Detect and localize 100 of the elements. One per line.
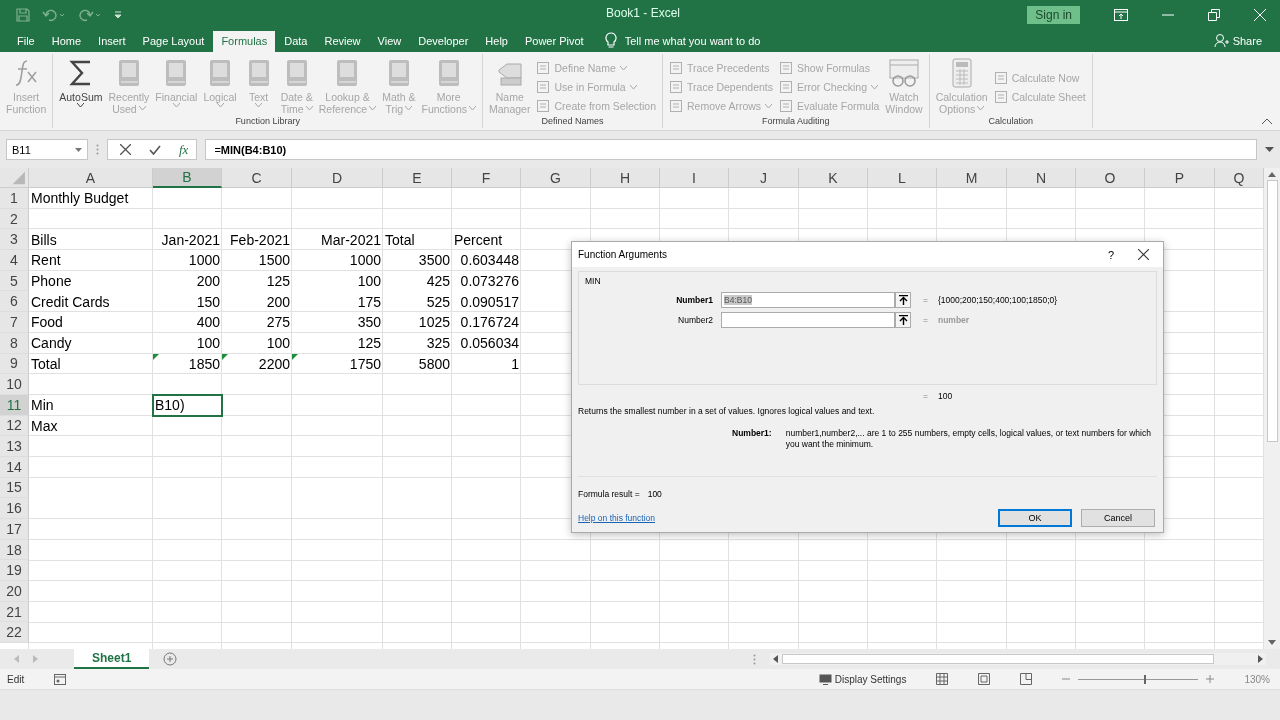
row-header[interactable]: 4 — [0, 250, 29, 271]
collapse-dialog-button[interactable] — [895, 312, 911, 328]
table-cell[interactable]: 100 — [292, 270, 383, 292]
row-header[interactable]: 14 — [0, 456, 29, 478]
cancel-button[interactable]: Cancel — [1081, 509, 1155, 527]
table-cell[interactable]: 425 — [383, 270, 452, 292]
fx-button[interactable]: fx — [179, 141, 189, 158]
table-cell[interactable]: Food — [29, 312, 153, 333]
table-cell[interactable]: 1000 — [153, 250, 222, 271]
customize-toolbar-icon[interactable] — [114, 9, 122, 20]
column-header[interactable]: G — [521, 168, 591, 188]
row-header[interactable]: 20 — [0, 581, 29, 602]
ok-button[interactable]: OK — [998, 509, 1072, 527]
display-settings-button[interactable]: Display Settings — [818, 673, 907, 685]
help-link[interactable]: Help on this function — [578, 513, 656, 523]
column-header[interactable]: H — [591, 168, 660, 188]
table-cell[interactable]: 0.073276 — [452, 270, 521, 292]
table-cell[interactable]: 400 — [153, 312, 222, 333]
ribbon-display-icon[interactable] — [1114, 8, 1128, 21]
ribbon-tab[interactable]: File — [9, 31, 43, 52]
page-break-icon[interactable] — [1020, 673, 1033, 685]
table-cell[interactable]: 150 — [153, 291, 222, 313]
table-cell[interactable]: 0.176724 — [452, 312, 521, 333]
column-header[interactable]: N — [1007, 168, 1076, 188]
column-header[interactable]: M — [937, 168, 1007, 188]
scroll-up-icon[interactable] — [1268, 172, 1276, 177]
column-header[interactable]: B — [153, 168, 222, 188]
row-header[interactable]: 11 — [0, 394, 29, 416]
column-header[interactable]: Q — [1215, 168, 1264, 188]
table-cell[interactable]: 125 — [222, 270, 292, 292]
ribbon-tab[interactable]: Help — [477, 31, 516, 52]
vertical-scrollbar[interactable] — [1264, 168, 1280, 649]
row-header[interactable]: 9 — [0, 353, 29, 375]
row-header[interactable]: 12 — [0, 415, 29, 437]
column-header[interactable]: L — [868, 168, 937, 188]
table-cell[interactable]: Feb-2021 — [222, 229, 292, 251]
close-icon[interactable] — [1138, 249, 1149, 260]
table-cell[interactable]: Phone — [29, 270, 153, 292]
row-header[interactable]: 18 — [0, 539, 29, 561]
table-cell[interactable]: 100 — [153, 332, 222, 354]
column-header[interactable]: F — [452, 168, 521, 188]
table-cell[interactable]: 3500 — [383, 250, 452, 271]
ribbon-tab[interactable]: Home — [43, 31, 90, 52]
tell-me-field[interactable]: Tell me what you want to do — [624, 35, 761, 52]
sign-in-button[interactable]: Sign in — [1027, 5, 1080, 24]
table-cell[interactable]: 125 — [292, 332, 383, 354]
cancel-icon[interactable] — [120, 144, 131, 155]
column-header[interactable]: P — [1145, 168, 1215, 188]
table-cell[interactable]: 200 — [153, 270, 222, 292]
table-cell[interactable]: 5800 — [383, 353, 452, 375]
table-cell[interactable]: Total — [29, 353, 153, 375]
table-cell[interactable]: 1025 — [383, 312, 452, 333]
table-cell[interactable]: 175 — [292, 291, 383, 313]
ribbon-tab[interactable]: View — [369, 31, 410, 52]
table-cell[interactable]: Total — [383, 229, 452, 251]
help-button[interactable]: ? — [1107, 248, 1114, 261]
table-cell[interactable]: Jan-2021 — [153, 229, 222, 251]
table-cell[interactable]: 1500 — [222, 250, 292, 271]
table-cell[interactable]: 0.603448 — [452, 250, 521, 271]
column-header[interactable]: K — [799, 168, 868, 188]
column-header[interactable]: E — [383, 168, 452, 188]
column-header[interactable]: A — [29, 168, 153, 188]
table-cell[interactable]: 1850 — [153, 353, 222, 375]
expand-icon[interactable] — [1265, 147, 1274, 152]
scroll-right-icon[interactable] — [1258, 655, 1263, 663]
row-header[interactable]: 6 — [0, 291, 29, 313]
row-header[interactable]: 13 — [0, 436, 29, 457]
table-cell[interactable]: 0.090517 — [452, 291, 521, 313]
row-header[interactable]: 8 — [0, 332, 29, 354]
table-cell[interactable]: 200 — [222, 291, 292, 313]
row-header[interactable]: 1 — [0, 188, 29, 209]
table-cell[interactable]: 1000 — [292, 250, 383, 271]
table-cell[interactable]: 525 — [383, 291, 452, 313]
row-header[interactable]: 7 — [0, 312, 29, 333]
table-cell[interactable]: 275 — [222, 312, 292, 333]
sheet-tab[interactable]: Sheet1 — [74, 649, 150, 669]
table-cell[interactable]: Mar-2021 — [292, 229, 383, 251]
row-header[interactable]: 16 — [0, 498, 29, 519]
table-cell[interactable]: Max — [29, 415, 153, 437]
ribbon-tab[interactable]: Page Layout — [134, 31, 213, 52]
scroll-thumb[interactable] — [782, 654, 1214, 664]
column-header[interactable]: I — [660, 168, 729, 188]
ribbon-tab[interactable]: Data — [276, 31, 316, 52]
row-header[interactable]: 5 — [0, 270, 29, 292]
table-cell[interactable]: B10) — [153, 394, 222, 416]
column-header[interactable]: J — [729, 168, 799, 188]
row-header[interactable]: 15 — [0, 477, 29, 499]
input-field[interactable] — [721, 312, 895, 328]
collapse-ribbon-icon[interactable] — [1262, 118, 1272, 124]
ribbon-tab[interactable]: Insert — [90, 31, 134, 52]
table-cell[interactable]: Credit Cards — [29, 291, 153, 313]
ribbon-tab[interactable]: Formulas — [213, 31, 276, 52]
scroll-left-icon[interactable] — [773, 655, 778, 663]
scroll-down-icon[interactable] — [1268, 640, 1276, 645]
table-cell[interactable]: 1750 — [292, 353, 383, 375]
table-cell[interactable]: 2200 — [222, 353, 292, 375]
collapse-dialog-button[interactable] — [895, 292, 911, 308]
formula-field[interactable]: =MIN(B4:B10) — [205, 139, 1257, 160]
table-cell[interactable]: 0.056034 — [452, 332, 521, 354]
table-cell[interactable]: Candy — [29, 332, 153, 354]
